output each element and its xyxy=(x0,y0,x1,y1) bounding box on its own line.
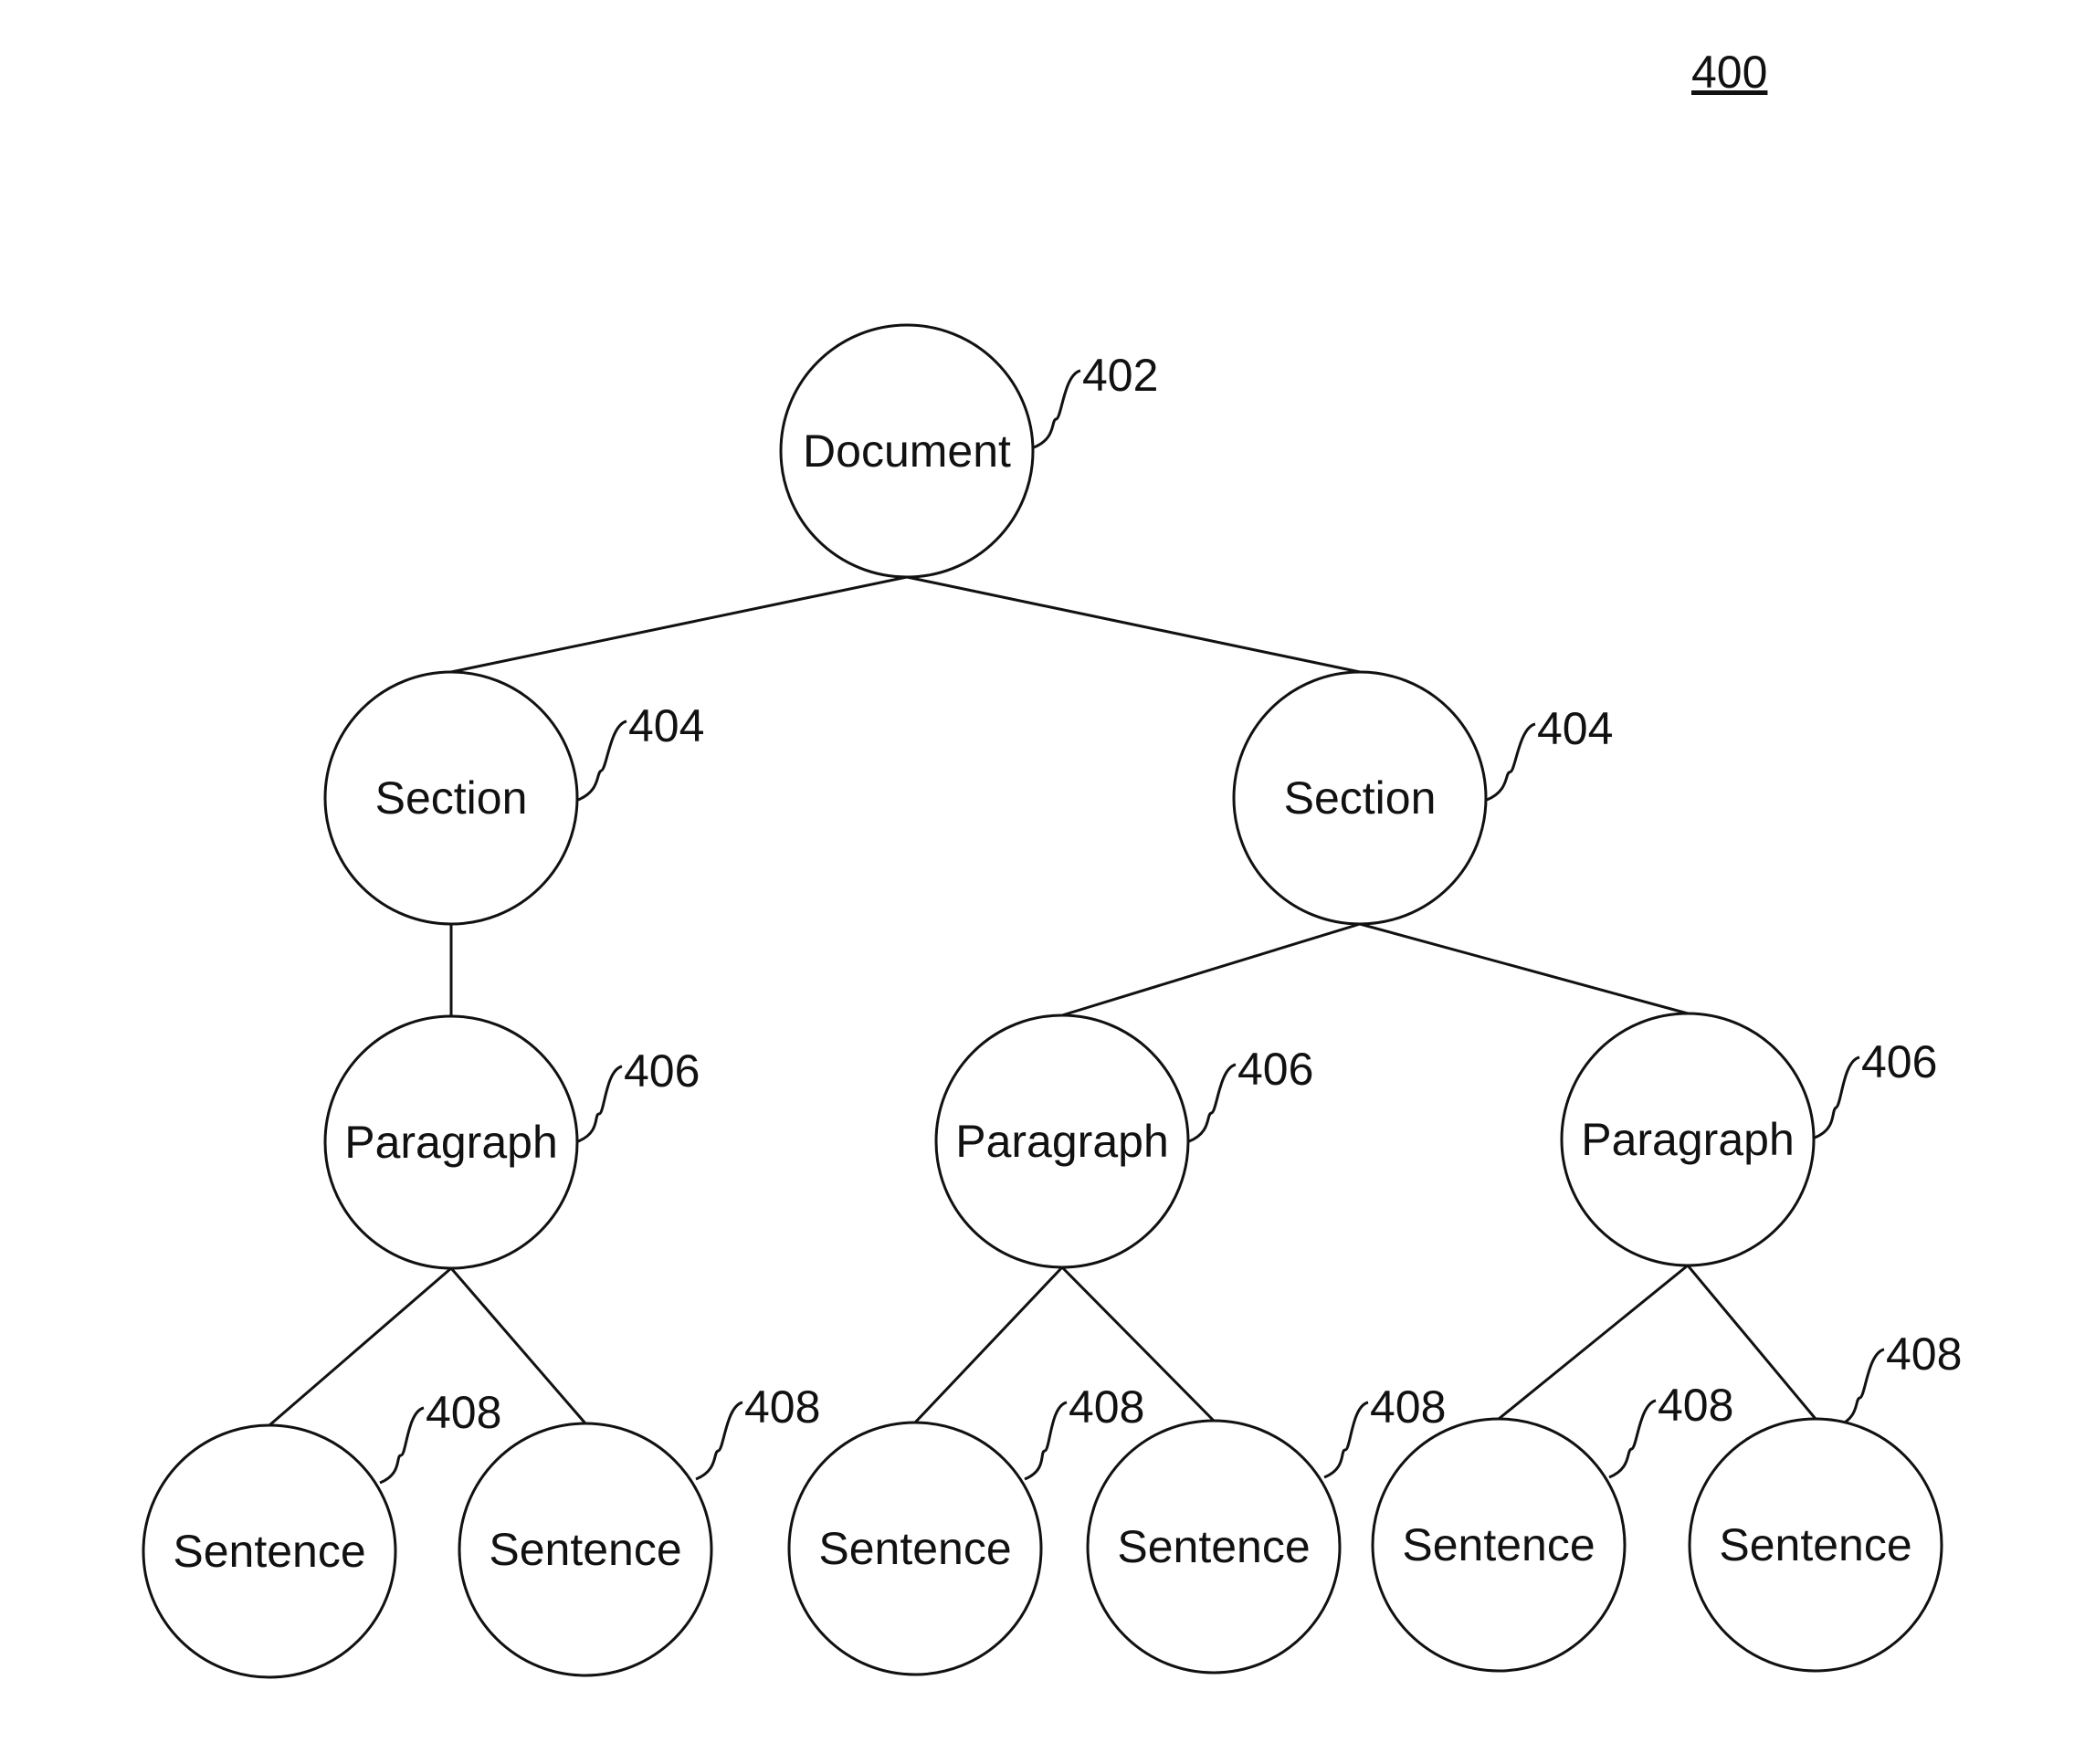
leader-line-sentence-5 xyxy=(1608,1399,1657,1479)
node-section-1: Section xyxy=(323,670,579,926)
node-label: Sentence xyxy=(489,1524,681,1575)
leader-line-sentence-3 xyxy=(1024,1401,1068,1481)
node-document: Document xyxy=(779,323,1035,579)
leader-line-paragraph-1 xyxy=(577,1065,623,1143)
node-label: Paragraph xyxy=(955,1116,1169,1167)
node-label: Sentence xyxy=(818,1523,1011,1574)
reference-numeral-section-2: 404 xyxy=(1537,703,1613,754)
reference-numeral-sentence-5: 408 xyxy=(1658,1380,1733,1431)
leader-line-document xyxy=(1033,369,1081,449)
edge-paragraph-2-to-sentence-3 xyxy=(913,1265,1064,1424)
leader-line-paragraph-2 xyxy=(1188,1063,1237,1143)
node-label: Sentence xyxy=(1402,1519,1595,1570)
reference-numeral-sentence-2: 408 xyxy=(744,1381,820,1433)
leader-line-paragraph-3 xyxy=(1814,1055,1860,1139)
leader-line-section-2 xyxy=(1486,722,1536,802)
node-sentence-2: Sentence xyxy=(458,1422,713,1677)
reference-numeral-sentence-4: 408 xyxy=(1370,1381,1446,1433)
node-label: Document xyxy=(803,425,1011,477)
reference-numeral-paragraph-2: 406 xyxy=(1237,1044,1313,1095)
leader-line-sentence-1 xyxy=(379,1406,425,1485)
edge-document-to-section-2 xyxy=(906,575,1361,674)
node-sentence-1: Sentence xyxy=(142,1423,397,1679)
node-section-2: Section xyxy=(1232,670,1488,926)
node-paragraph-2: Paragraph xyxy=(934,1013,1190,1269)
reference-numeral-paragraph-3: 406 xyxy=(1861,1036,1937,1087)
node-sentence-3: Sentence xyxy=(787,1421,1043,1676)
node-label: Sentence xyxy=(1117,1521,1310,1572)
node-paragraph-3: Paragraph xyxy=(1560,1012,1816,1267)
leader-line-section-1 xyxy=(577,719,627,802)
leader-line-sentence-2 xyxy=(695,1401,743,1481)
reference-numeral-paragraph-1: 406 xyxy=(624,1045,700,1097)
node-label: Section xyxy=(375,772,528,824)
node-label: Section xyxy=(1284,772,1437,824)
edge-section-2-to-paragraph-3 xyxy=(1359,922,1689,1015)
edge-document-to-section-1 xyxy=(450,575,908,674)
reference-numeral-sentence-1: 408 xyxy=(426,1387,501,1438)
reference-numeral-sentence-3: 408 xyxy=(1069,1381,1144,1433)
node-label: Paragraph xyxy=(1581,1114,1795,1165)
reference-numeral-document: 402 xyxy=(1082,350,1158,401)
edge-paragraph-1-to-sentence-1 xyxy=(269,1266,452,1427)
figure-number: 400 xyxy=(1691,47,1767,98)
tree-diagram: 400 402 404 404 406 406 406 408 408 408 408 408 408… xyxy=(142,47,1962,1679)
node-label: Sentence xyxy=(1719,1519,1911,1570)
reference-numeral-section-1: 404 xyxy=(628,700,704,751)
node-label: Sentence xyxy=(173,1526,365,1577)
node-sentence-6: Sentence xyxy=(1688,1417,1943,1673)
leader-line-sentence-6 xyxy=(1837,1348,1885,1428)
reference-numeral-sentence-6: 408 xyxy=(1886,1328,1962,1380)
leader-line-sentence-4 xyxy=(1323,1401,1369,1479)
edge-section-2-to-paragraph-2 xyxy=(1061,922,1361,1017)
node-label: Paragraph xyxy=(344,1117,558,1168)
node-sentence-5: Sentence xyxy=(1371,1417,1627,1673)
node-sentence-4: Sentence xyxy=(1086,1419,1342,1675)
node-paragraph-1: Paragraph xyxy=(323,1014,579,1270)
